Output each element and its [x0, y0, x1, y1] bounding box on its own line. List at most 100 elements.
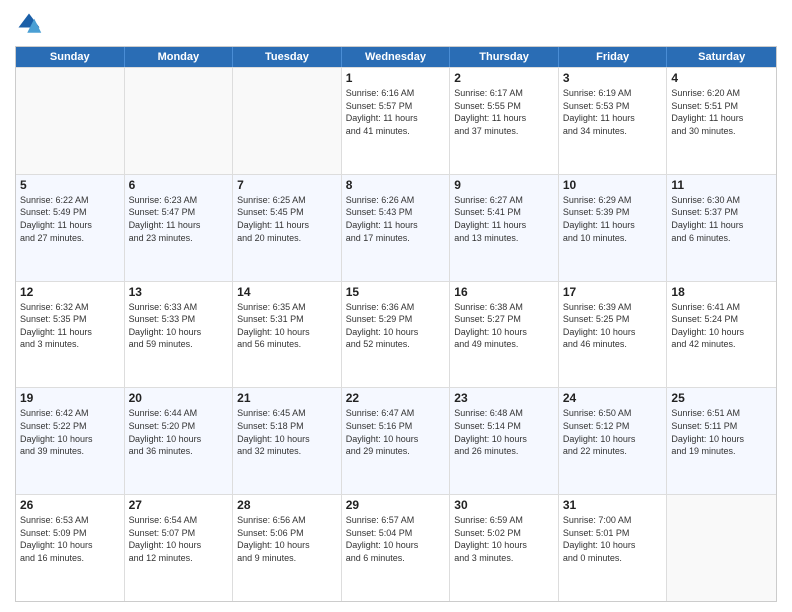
- weekday-header: Wednesday: [342, 47, 451, 67]
- calendar-cell: 25 Sunrise: 6:51 AM Sunset: 5:11 PM Dayli…: [667, 388, 776, 494]
- logo: [15, 10, 47, 38]
- day-info: Sunrise: 6:32 AM Sunset: 5:35 PM Dayligh…: [20, 301, 120, 351]
- weekday-header: Tuesday: [233, 47, 342, 67]
- day-number: 22: [346, 391, 446, 405]
- day-info: Sunrise: 6:53 AM Sunset: 5:09 PM Dayligh…: [20, 514, 120, 564]
- calendar-cell: 20Sunrise: 6:44 AM Sunset: 5:20 PM Dayli…: [125, 388, 234, 494]
- calendar-cell: 7Sunrise: 6:25 AM Sunset: 5:45 PM Daylig…: [233, 175, 342, 281]
- calendar-cell: 18 Sunrise: 6:41 AM Sunset: 5:24 PM Dayli…: [667, 282, 776, 388]
- calendar-cell: 28Sunrise: 6:56 AM Sunset: 5:06 PM Dayli…: [233, 495, 342, 601]
- day-info: Sunrise: 6:41 AM Sunset: 5:24 PM Dayligh…: [671, 301, 772, 351]
- calendar-cell: 8Sunrise: 6:26 AM Sunset: 5:43 PM Daylig…: [342, 175, 451, 281]
- day-info: Sunrise: 6:16 AM Sunset: 5:57 PM Dayligh…: [346, 87, 446, 137]
- day-number: 15: [346, 285, 446, 299]
- day-number: 3: [563, 71, 663, 85]
- day-number: 13: [129, 285, 229, 299]
- day-info: Sunrise: 6:17 AM Sunset: 5:55 PM Dayligh…: [454, 87, 554, 137]
- calendar-cell: 12 Sunrise: 6:32 AM Sunset: 5:35 PM Dayli…: [16, 282, 125, 388]
- day-number: 10: [563, 178, 663, 192]
- day-info: Sunrise: 6:47 AM Sunset: 5:16 PM Dayligh…: [346, 407, 446, 457]
- day-info: Sunrise: 6:57 AM Sunset: 5:04 PM Dayligh…: [346, 514, 446, 564]
- calendar-cell: 23Sunrise: 6:48 AM Sunset: 5:14 PM Dayli…: [450, 388, 559, 494]
- calendar-header: SundayMondayTuesdayWednesdayThursdayFrid…: [16, 47, 776, 67]
- day-info: Sunrise: 6:19 AM Sunset: 5:53 PM Dayligh…: [563, 87, 663, 137]
- day-number: 12: [20, 285, 120, 299]
- day-info: Sunrise: 7:00 AM Sunset: 5:01 PM Dayligh…: [563, 514, 663, 564]
- calendar-cell: 2 Sunrise: 6:17 AM Sunset: 5:55 PM Daylig…: [450, 68, 559, 174]
- day-number: 4: [671, 71, 772, 85]
- calendar-cell: 27Sunrise: 6:54 AM Sunset: 5:07 PM Dayli…: [125, 495, 234, 601]
- calendar-cell: 17 Sunrise: 6:39 AM Sunset: 5:25 PM Dayli…: [559, 282, 668, 388]
- day-number: 20: [129, 391, 229, 405]
- day-number: 25: [671, 391, 772, 405]
- calendar-cell: 30Sunrise: 6:59 AM Sunset: 5:02 PM Dayli…: [450, 495, 559, 601]
- calendar-page: SundayMondayTuesdayWednesdayThursdayFrid…: [0, 0, 792, 612]
- day-info: Sunrise: 6:42 AM Sunset: 5:22 PM Dayligh…: [20, 407, 120, 457]
- day-number: 18: [671, 285, 772, 299]
- calendar-cell: 16 Sunrise: 6:38 AM Sunset: 5:27 PM Dayli…: [450, 282, 559, 388]
- day-number: 14: [237, 285, 337, 299]
- day-number: 21: [237, 391, 337, 405]
- day-info: Sunrise: 6:51 AM Sunset: 5:11 PM Dayligh…: [671, 407, 772, 457]
- calendar-cell: 4 Sunrise: 6:20 AM Sunset: 5:51 PM Daylig…: [667, 68, 776, 174]
- day-number: 24: [563, 391, 663, 405]
- day-number: 7: [237, 178, 337, 192]
- calendar-cell: 6 Sunrise: 6:23 AM Sunset: 5:47 PM Daylig…: [125, 175, 234, 281]
- calendar-cell: [16, 68, 125, 174]
- day-number: 11: [671, 178, 772, 192]
- calendar-cell: 14 Sunrise: 6:35 AM Sunset: 5:31 PM Dayli…: [233, 282, 342, 388]
- day-info: Sunrise: 6:33 AM Sunset: 5:33 PM Dayligh…: [129, 301, 229, 351]
- day-info: Sunrise: 6:29 AM Sunset: 5:39 PM Dayligh…: [563, 194, 663, 244]
- day-number: 19: [20, 391, 120, 405]
- weekday-header: Monday: [125, 47, 234, 67]
- day-number: 5: [20, 178, 120, 192]
- day-number: 27: [129, 498, 229, 512]
- weekday-header: Saturday: [667, 47, 776, 67]
- logo-icon: [15, 10, 43, 38]
- calendar-cell: 21Sunrise: 6:45 AM Sunset: 5:18 PM Dayli…: [233, 388, 342, 494]
- calendar-cell: [667, 495, 776, 601]
- day-number: 2: [454, 71, 554, 85]
- calendar-cell: 3 Sunrise: 6:19 AM Sunset: 5:53 PM Daylig…: [559, 68, 668, 174]
- day-info: Sunrise: 6:23 AM Sunset: 5:47 PM Dayligh…: [129, 194, 229, 244]
- calendar-cell: [125, 68, 234, 174]
- calendar-cell: 22 Sunrise: 6:47 AM Sunset: 5:16 PM Dayli…: [342, 388, 451, 494]
- day-number: 26: [20, 498, 120, 512]
- weekday-header: Friday: [559, 47, 668, 67]
- day-number: 30: [454, 498, 554, 512]
- day-number: 9: [454, 178, 554, 192]
- calendar: SundayMondayTuesdayWednesdayThursdayFrid…: [15, 46, 777, 602]
- calendar-row: 5 Sunrise: 6:22 AM Sunset: 5:49 PM Daylig…: [16, 174, 776, 281]
- calendar-cell: 31 Sunrise: 7:00 AM Sunset: 5:01 PM Dayli…: [559, 495, 668, 601]
- day-info: Sunrise: 6:22 AM Sunset: 5:49 PM Dayligh…: [20, 194, 120, 244]
- day-number: 16: [454, 285, 554, 299]
- day-info: Sunrise: 6:20 AM Sunset: 5:51 PM Dayligh…: [671, 87, 772, 137]
- day-info: Sunrise: 6:56 AM Sunset: 5:06 PM Dayligh…: [237, 514, 337, 564]
- weekday-header: Thursday: [450, 47, 559, 67]
- weekday-header: Sunday: [16, 47, 125, 67]
- day-number: 23: [454, 391, 554, 405]
- calendar-cell: [233, 68, 342, 174]
- calendar-cell: 11Sunrise: 6:30 AM Sunset: 5:37 PM Dayli…: [667, 175, 776, 281]
- day-number: 6: [129, 178, 229, 192]
- day-info: Sunrise: 6:38 AM Sunset: 5:27 PM Dayligh…: [454, 301, 554, 351]
- calendar-cell: 10 Sunrise: 6:29 AM Sunset: 5:39 PM Dayli…: [559, 175, 668, 281]
- day-info: Sunrise: 6:35 AM Sunset: 5:31 PM Dayligh…: [237, 301, 337, 351]
- day-number: 17: [563, 285, 663, 299]
- calendar-cell: 29Sunrise: 6:57 AM Sunset: 5:04 PM Dayli…: [342, 495, 451, 601]
- calendar-row: 26 Sunrise: 6:53 AM Sunset: 5:09 PM Dayli…: [16, 494, 776, 601]
- calendar-cell: 5 Sunrise: 6:22 AM Sunset: 5:49 PM Daylig…: [16, 175, 125, 281]
- calendar-cell: 15Sunrise: 6:36 AM Sunset: 5:29 PM Dayli…: [342, 282, 451, 388]
- calendar-row: 12 Sunrise: 6:32 AM Sunset: 5:35 PM Dayli…: [16, 281, 776, 388]
- day-info: Sunrise: 6:27 AM Sunset: 5:41 PM Dayligh…: [454, 194, 554, 244]
- day-info: Sunrise: 6:39 AM Sunset: 5:25 PM Dayligh…: [563, 301, 663, 351]
- day-number: 1: [346, 71, 446, 85]
- calendar-cell: 9 Sunrise: 6:27 AM Sunset: 5:41 PM Daylig…: [450, 175, 559, 281]
- calendar-row: 19 Sunrise: 6:42 AM Sunset: 5:22 PM Dayli…: [16, 387, 776, 494]
- calendar-cell: 13 Sunrise: 6:33 AM Sunset: 5:33 PM Dayli…: [125, 282, 234, 388]
- day-number: 8: [346, 178, 446, 192]
- header: [15, 10, 777, 38]
- day-number: 31: [563, 498, 663, 512]
- calendar-cell: 1 Sunrise: 6:16 AM Sunset: 5:57 PM Daylig…: [342, 68, 451, 174]
- calendar-cell: 19 Sunrise: 6:42 AM Sunset: 5:22 PM Dayli…: [16, 388, 125, 494]
